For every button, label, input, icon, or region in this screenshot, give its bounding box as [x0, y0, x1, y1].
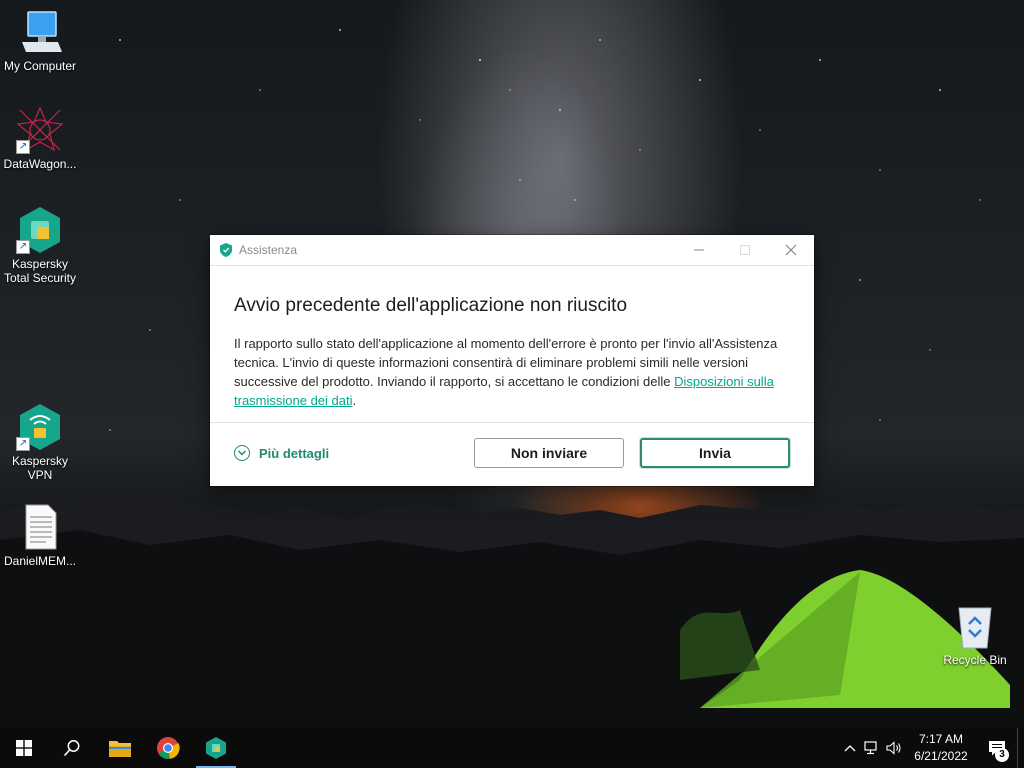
dialog-footer: Più dettagli Non inviare Invia	[210, 422, 814, 487]
desktop-icon-text-document[interactable]: DanielMEM...	[0, 503, 80, 568]
desktop-icon-label: Recycle Bin	[943, 653, 1007, 667]
search-icon	[63, 740, 80, 757]
minimize-button[interactable]	[676, 235, 722, 265]
taskbar: 7:17 AM 6/21/2022 3	[0, 728, 1024, 768]
taskbar-kaspersky[interactable]	[192, 728, 240, 768]
kaspersky-vpn-icon: ↗	[16, 403, 64, 451]
file-explorer-icon	[109, 741, 131, 757]
kaspersky-total-security-icon: ↗	[16, 206, 64, 254]
network-icon	[864, 741, 877, 755]
dialog-message: Il rapporto sullo stato dell'applicazion…	[234, 334, 790, 410]
datawagon-icon: ↗	[16, 106, 64, 154]
search-button[interactable]	[48, 728, 96, 768]
desktop-icon-label: DanielMEM...	[3, 554, 77, 568]
windows-start-icon	[16, 740, 32, 756]
recycle-bin-icon	[951, 602, 999, 650]
dialog-heading: Avvio precedente dell'applicazione non r…	[234, 295, 628, 316]
clock-date: 6/21/2022	[914, 749, 968, 763]
notification-count-badge: 3	[995, 748, 1009, 762]
desktop-icon-datawagon[interactable]: ↗ DataWagon...	[0, 106, 80, 171]
action-center-button[interactable]: 3	[977, 728, 1017, 768]
desktop-icon-label: Kaspersky VPN	[11, 454, 69, 482]
network-button[interactable]	[861, 728, 883, 768]
kaspersky-icon	[206, 737, 226, 759]
taskbar-chrome[interactable]	[144, 728, 192, 768]
chrome-icon	[157, 737, 180, 759]
clock[interactable]: 7:17 AM 6/21/2022	[905, 731, 977, 765]
computer-icon	[16, 8, 64, 56]
desktop-icon-kaspersky-vpn[interactable]: ↗ Kaspersky VPN	[0, 403, 80, 482]
shortcut-arrow-icon: ↗	[16, 240, 30, 254]
speaker-icon	[886, 741, 901, 755]
start-button[interactable]	[0, 728, 48, 768]
assistance-dialog: Assistenza Avvio precedente dell'applica…	[210, 235, 814, 486]
desktop-icon-label: My Computer	[3, 59, 77, 73]
minimize-icon	[694, 249, 704, 251]
show-desktop-button[interactable]	[1017, 728, 1024, 768]
close-icon	[785, 244, 797, 256]
show-hidden-icons-button[interactable]	[839, 728, 861, 768]
taskbar-file-explorer[interactable]	[96, 728, 144, 768]
message-period: .	[352, 393, 357, 408]
text-document-icon	[16, 503, 64, 551]
send-button[interactable]: Invia	[640, 438, 790, 468]
shortcut-arrow-icon: ↗	[16, 140, 30, 154]
clock-time: 7:17 AM	[918, 732, 964, 746]
more-details-label: Più dettagli	[259, 445, 330, 461]
kaspersky-shield-icon	[220, 243, 232, 257]
dialog-title: Assistenza	[239, 243, 298, 257]
desktop-icon-kaspersky-total-security[interactable]: ↗ Kaspersky Total Security	[0, 206, 80, 285]
dialog-titlebar[interactable]: Assistenza	[210, 235, 814, 266]
desktop-icon-label: Kaspersky Total Security	[3, 257, 77, 285]
more-details-toggle[interactable]: Più dettagli	[234, 445, 329, 461]
maximize-button[interactable]	[722, 235, 768, 265]
chevron-down-icon	[234, 445, 250, 461]
maximize-icon	[740, 245, 750, 255]
desktop-icon-label: DataWagon...	[3, 157, 77, 171]
desktop-icon-my-computer[interactable]: My Computer	[0, 8, 80, 73]
do-not-send-button[interactable]: Non inviare	[474, 438, 624, 468]
system-tray: 7:17 AM 6/21/2022 3	[839, 728, 1024, 768]
shortcut-arrow-icon: ↗	[16, 437, 30, 451]
volume-button[interactable]	[883, 728, 905, 768]
mountain-landscape	[0, 490, 1024, 728]
chevron-up-icon	[844, 745, 856, 752]
close-button[interactable]	[768, 235, 814, 265]
desktop-icon-recycle-bin[interactable]: Recycle Bin	[935, 602, 1015, 667]
